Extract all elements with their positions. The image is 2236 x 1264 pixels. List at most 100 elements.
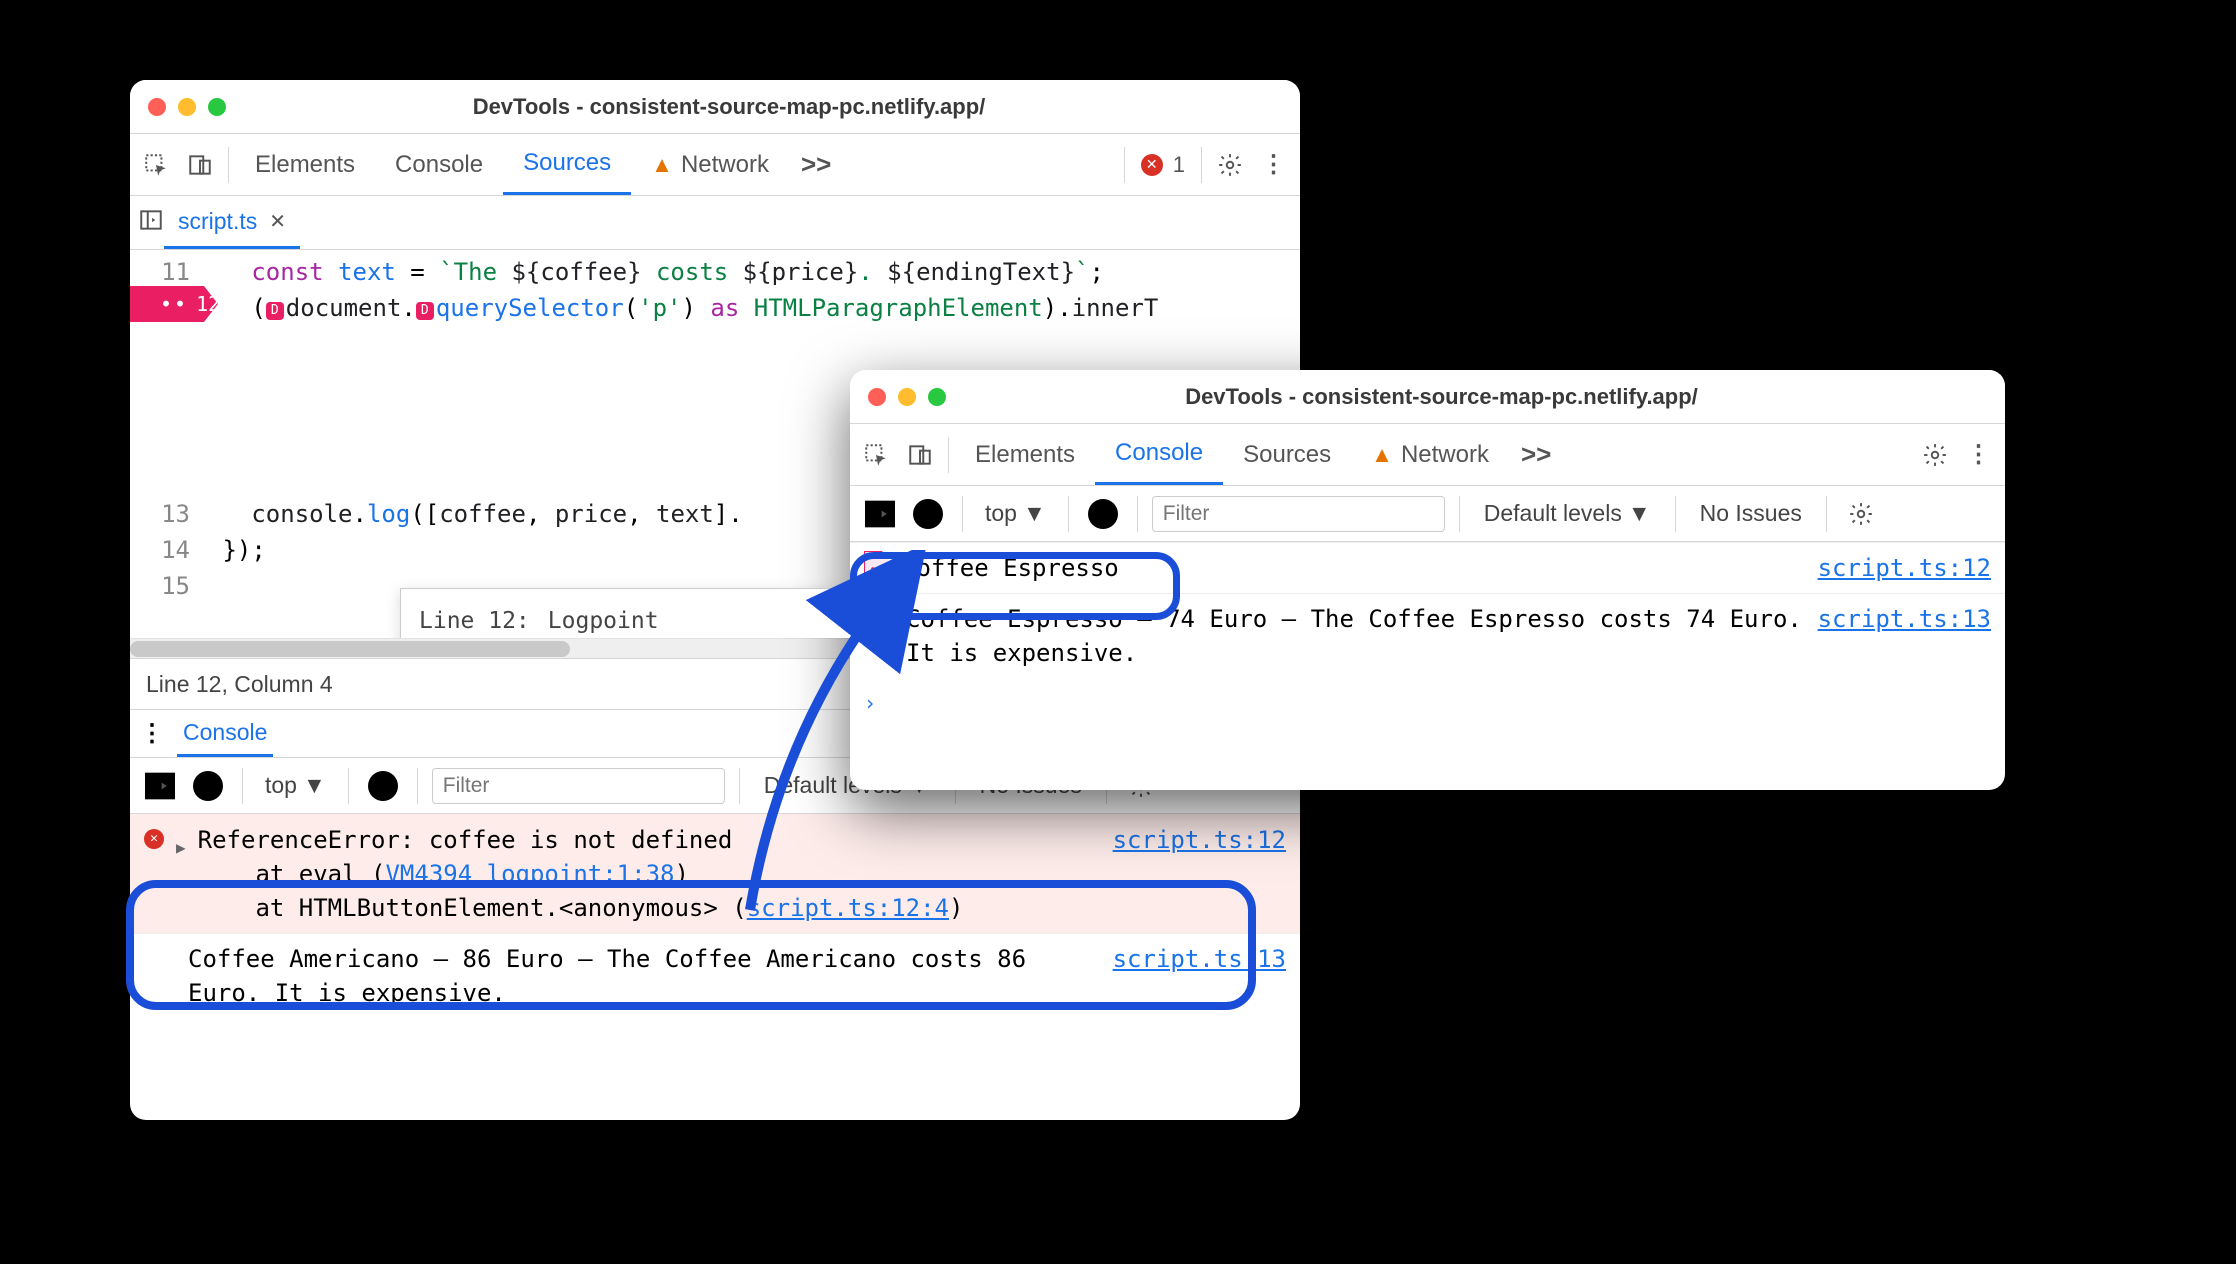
minimize-window-button[interactable] xyxy=(898,388,916,406)
tab-console[interactable]: Console xyxy=(375,134,503,195)
tab-network-label: Network xyxy=(681,151,769,179)
line-number[interactable]: 15 xyxy=(130,568,208,604)
device-toolbar-icon[interactable] xyxy=(898,433,942,477)
drawer-tab-console[interactable]: Console xyxy=(177,711,273,757)
separator xyxy=(1201,147,1202,183)
console-log-message[interactable]: Coffee Americano – 86 Euro – The Coffee … xyxy=(130,933,1300,1018)
show-sidebar-icon[interactable] xyxy=(140,766,180,806)
live-expression-icon[interactable] xyxy=(1083,494,1123,534)
panel-tabbar: Elements Console Sources ▲Network >> ✕ 1… xyxy=(130,134,1300,196)
tabs-overflow-button[interactable]: >> xyxy=(1509,439,1563,470)
console-output: ✕ ▶ ReferenceError: coffee is not define… xyxy=(130,814,1300,1018)
tab-network[interactable]: ▲Network xyxy=(631,134,789,195)
chevron-down-icon: ▼ xyxy=(303,772,326,799)
window-title: DevTools - consistent-source-map-pc.netl… xyxy=(246,94,1282,120)
message-source-link[interactable]: script.ts:12 xyxy=(1113,823,1286,857)
minimize-window-button[interactable] xyxy=(178,98,196,116)
tab-sources[interactable]: Sources xyxy=(503,134,631,195)
console-settings-icon[interactable] xyxy=(1841,494,1881,534)
separator xyxy=(417,768,418,804)
tab-elements[interactable]: Elements xyxy=(235,134,375,195)
live-expression-icon[interactable] xyxy=(363,766,403,806)
more-menu-icon[interactable]: ⋮ xyxy=(1957,433,2001,477)
tab-network[interactable]: ▲Network xyxy=(1351,424,1509,485)
console-error-message[interactable]: ✕ ▶ ReferenceError: coffee is not define… xyxy=(130,814,1300,933)
error-counter[interactable]: ✕ 1 xyxy=(1131,152,1195,178)
separator xyxy=(228,147,229,183)
stack-link-vm[interactable]: VM4394 logpoint:1:38 xyxy=(385,860,674,888)
error-icon: ✕ xyxy=(144,829,164,849)
separator xyxy=(1068,496,1069,532)
device-toolbar-icon[interactable] xyxy=(178,143,222,187)
separator xyxy=(1137,496,1138,532)
devtools-window-secondary: DevTools - consistent-source-map-pc.netl… xyxy=(850,370,2005,790)
chevron-down-icon: ▼ xyxy=(1023,500,1046,527)
settings-icon[interactable] xyxy=(1913,433,1957,477)
inspect-element-icon[interactable] xyxy=(854,433,898,477)
context-dropdown[interactable]: top ▼ xyxy=(257,772,334,799)
separator xyxy=(1675,496,1676,532)
zoom-window-button[interactable] xyxy=(928,388,946,406)
error-body: ReferenceError: coffee is not defined at… xyxy=(198,823,1101,925)
tabs-overflow-button[interactable]: >> xyxy=(789,149,843,180)
close-window-button[interactable] xyxy=(868,388,886,406)
breakpoint-type-dropdown[interactable]: Logpoint xyxy=(548,603,665,638)
context-value: top xyxy=(265,772,297,799)
console-logpoint-message[interactable]: Coffee Espresso script.ts:12 xyxy=(850,542,2005,593)
message-source-link[interactable]: script.ts:13 xyxy=(1818,602,1991,636)
scrollbar-thumb[interactable] xyxy=(130,641,570,657)
tab-elements[interactable]: Elements xyxy=(955,424,1095,485)
file-tabbar: script.ts ✕ xyxy=(130,196,1300,250)
console-filter-input[interactable] xyxy=(1152,496,1445,532)
message-source-link[interactable]: script.ts:13 xyxy=(1113,942,1286,976)
issues-button[interactable]: No Issues xyxy=(1690,500,1812,527)
console-filter-input[interactable] xyxy=(432,768,725,804)
settings-icon[interactable] xyxy=(1208,143,1252,187)
separator xyxy=(348,768,349,804)
clear-console-icon[interactable] xyxy=(188,766,228,806)
console-output: Coffee Espresso script.ts:12 Coffee Espr… xyxy=(850,542,2005,728)
separator xyxy=(1459,496,1460,532)
zoom-window-button[interactable] xyxy=(208,98,226,116)
file-tab-script-ts[interactable]: script.ts ✕ xyxy=(164,196,300,249)
warning-icon: ▲ xyxy=(1371,442,1393,468)
error-line-2-post: ) xyxy=(674,860,688,888)
logpoint-marker[interactable]: 12 xyxy=(130,286,218,322)
console-prompt[interactable]: › xyxy=(850,678,2005,728)
separator xyxy=(242,768,243,804)
close-window-button[interactable] xyxy=(148,98,166,116)
line-number[interactable]: 11 xyxy=(130,254,208,290)
titlebar: DevTools - consistent-source-map-pc.netl… xyxy=(130,80,1300,134)
context-dropdown[interactable]: top ▼ xyxy=(977,500,1054,527)
error-count: 1 xyxy=(1173,152,1185,178)
message-source-link[interactable]: script.ts:12 xyxy=(1818,551,1991,585)
error-line-1: ReferenceError: coffee is not defined xyxy=(198,826,733,854)
close-icon[interactable]: ✕ xyxy=(269,209,286,234)
console-log-message[interactable]: Coffee Espresso – 74 Euro – The Coffee E… xyxy=(850,593,2005,678)
context-value: top xyxy=(985,500,1017,527)
popup-line-label: Line 12: xyxy=(419,603,530,638)
line-number[interactable]: 14 xyxy=(130,532,208,568)
drawer-menu-icon[interactable]: ⋮ xyxy=(140,719,165,748)
annotation-arrow xyxy=(720,550,930,930)
error-line-2-pre: at eval ( xyxy=(198,860,386,888)
traffic-lights xyxy=(148,98,226,116)
separator xyxy=(948,437,949,473)
log-levels-value: Default levels xyxy=(1484,500,1622,527)
tab-sources[interactable]: Sources xyxy=(1223,424,1351,485)
log-body: Coffee Americano – 86 Euro – The Coffee … xyxy=(188,942,1101,1010)
clear-console-icon[interactable] xyxy=(908,494,948,534)
error-line-3-post: ) xyxy=(949,894,963,922)
inspect-element-icon[interactable] xyxy=(134,143,178,187)
chevron-down-icon: ▼ xyxy=(1628,500,1651,527)
log-body: Coffee Espresso – 74 Euro – The Coffee E… xyxy=(906,602,1806,670)
expand-caret-icon[interactable]: ▶ xyxy=(176,831,186,865)
line-number[interactable]: 13 xyxy=(130,496,208,532)
log-levels-dropdown[interactable]: Default levels ▼ xyxy=(1474,500,1661,527)
separator xyxy=(1826,496,1827,532)
show-navigator-icon[interactable] xyxy=(138,207,164,239)
window-title: DevTools - consistent-source-map-pc.netl… xyxy=(966,384,1987,410)
tab-console[interactable]: Console xyxy=(1095,424,1223,485)
more-menu-icon[interactable]: ⋮ xyxy=(1252,143,1296,187)
show-sidebar-icon[interactable] xyxy=(860,494,900,534)
